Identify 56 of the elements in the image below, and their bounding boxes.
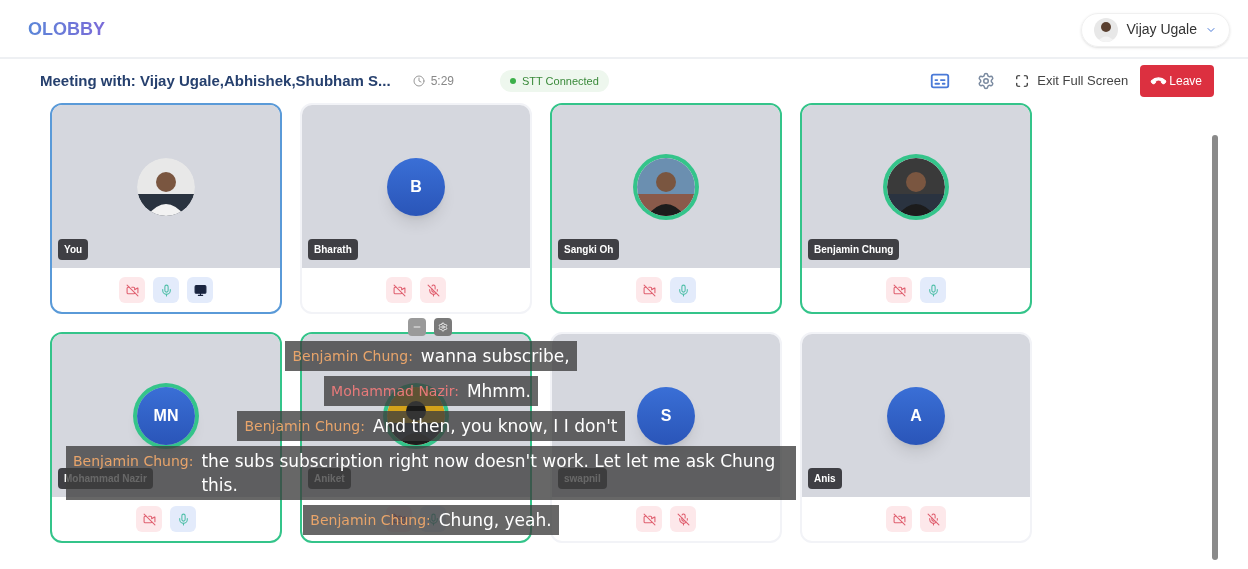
participant-name: Benjamin Chung [808,239,900,260]
mic-off-icon [676,512,690,526]
participant-name: Bharath [308,239,358,260]
camera-off-button[interactable] [636,506,662,532]
caption-toast: Benjamin Chung: And then, you know, I I don't [237,411,625,441]
camera-off-icon [392,283,406,297]
exit-fullscreen-button[interactable]: Exit Full Screen [1015,71,1129,91]
mic-icon [676,283,690,297]
mic-off-icon [926,512,940,526]
avatar-initials: S [637,386,695,445]
caption-minimize-button[interactable] [408,318,426,336]
settings-icon [977,72,996,90]
screen-share-button[interactable] [187,277,213,303]
camera-off-icon [642,512,656,526]
avatar-initials: MN [137,386,195,445]
meeting-timer: 5:29 [430,73,454,90]
camera-off-button[interactable] [119,277,145,303]
caption-settings-button[interactable] [434,318,452,336]
camera-off-button[interactable] [636,277,662,303]
settings-icon [438,322,448,332]
camera-off-icon [125,283,139,297]
mic-muted-button[interactable] [920,506,946,532]
mic-icon [159,283,173,297]
mic-button[interactable] [920,277,946,303]
mic-button[interactable] [670,277,696,303]
clock-icon [412,75,425,87]
camera-off-icon [642,283,656,297]
participant-name: Anis [808,468,842,489]
mic-button[interactable] [153,277,179,303]
camera-off-icon [142,512,156,526]
mic-muted-button[interactable] [420,277,446,303]
participant-name: Sangki Oh [558,239,620,260]
stt-status-badge: STT Connected [500,69,609,93]
camera-off-icon [892,512,906,526]
mic-muted-button[interactable] [670,506,696,532]
avatar-initials: A [887,386,945,445]
monitor-icon [193,283,207,297]
avatar-initials: B [387,157,445,216]
camera-off-button[interactable] [136,506,162,532]
camera-off-icon [892,283,906,297]
camera-off-button[interactable] [886,506,912,532]
camera-off-button[interactable] [386,277,412,303]
caption-toast: Benjamin Chung: wanna subscribe, [285,341,577,371]
participant-name: You [58,239,89,260]
mic-icon [176,512,190,526]
mic-button[interactable] [170,506,196,532]
camera-off-button[interactable] [886,277,912,303]
mic-icon [926,283,940,297]
settings-button[interactable] [977,72,996,90]
caption-toast: Mohammad Nazir: Mhmm. [324,376,538,406]
fullscreen-icon [1015,74,1030,88]
mic-off-icon [426,283,440,297]
scrollbar[interactable] [1212,135,1218,560]
leave-button[interactable]: Leave [1140,65,1214,97]
caption-toast: Benjamin Chung: Chung, yeah. [303,505,559,535]
meeting-title: Meeting with: Vijay Ugale,Abhishek,Shubham S... [40,70,391,91]
